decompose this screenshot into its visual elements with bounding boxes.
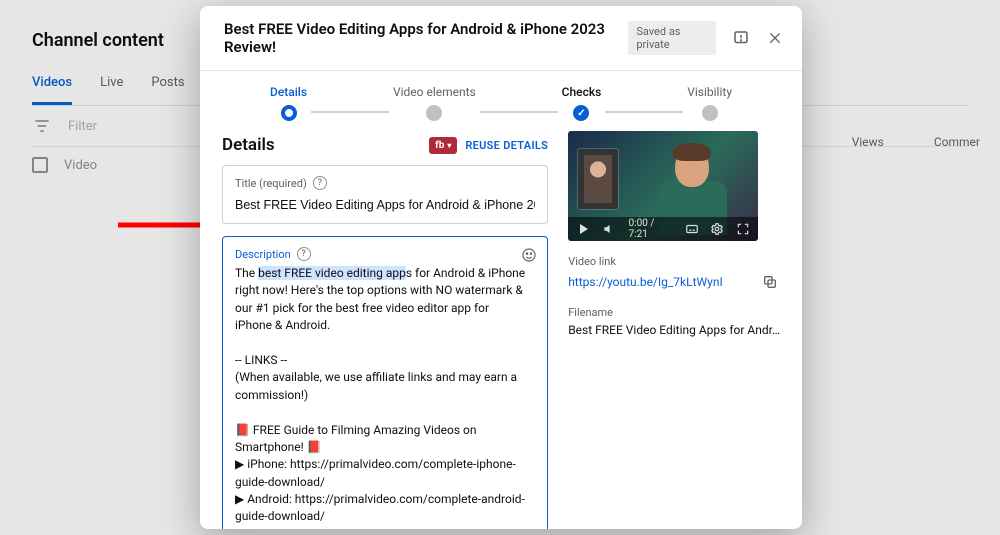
fullscreen-icon[interactable] — [735, 219, 750, 239]
emoji-icon[interactable] — [519, 245, 539, 265]
volume-icon[interactable] — [601, 219, 616, 239]
subtitles-icon[interactable] — [685, 219, 700, 239]
upload-stepper: Details Video elements Checks Visibility — [200, 71, 802, 131]
play-icon[interactable] — [576, 219, 591, 239]
copy-icon[interactable] — [760, 272, 780, 292]
title-field[interactable]: Title (required) ? — [222, 165, 548, 224]
details-heading: Details — [222, 135, 275, 155]
fb-badge[interactable]: fb▾ — [429, 137, 457, 154]
help-icon[interactable]: ? — [297, 247, 311, 261]
title-label: Title (required) — [235, 177, 307, 190]
video-preview[interactable]: 0:00 / 7:21 — [568, 131, 758, 241]
save-status: Saved as private — [628, 21, 716, 55]
description-textarea[interactable]: The best FREE video editing apps for And… — [235, 265, 535, 529]
modal-title: Best FREE Video Editing Apps for Android… — [224, 20, 628, 56]
filename-label: Filename — [568, 306, 780, 319]
video-details-modal: Best FREE Video Editing Apps for Android… — [200, 6, 802, 529]
step-details[interactable]: Details — [270, 85, 307, 121]
title-input[interactable] — [235, 198, 535, 212]
video-link[interactable]: https://youtu.be/Ig_7kLtWynI — [568, 275, 723, 289]
feedback-icon[interactable] — [732, 28, 750, 48]
filename-value: Best FREE Video Editing Apps for Andr… — [568, 323, 780, 337]
description-label: Description — [235, 248, 291, 261]
video-link-label: Video link — [568, 255, 780, 268]
step-visibility[interactable]: Visibility — [687, 85, 732, 121]
reuse-details-button[interactable]: REUSE DETAILS — [465, 139, 548, 152]
gear-icon[interactable] — [710, 219, 725, 239]
step-video-elements[interactable]: Video elements — [393, 85, 476, 121]
close-icon[interactable] — [766, 28, 784, 48]
video-time: 0:00 / 7:21 — [629, 218, 665, 240]
description-field[interactable]: Description ? The best FREE video editin… — [222, 236, 548, 529]
help-icon[interactable]: ? — [313, 176, 327, 190]
step-checks[interactable]: Checks — [562, 85, 602, 121]
